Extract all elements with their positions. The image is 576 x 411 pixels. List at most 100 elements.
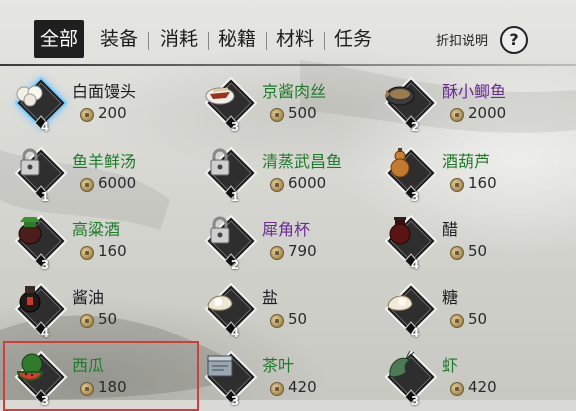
tab-separator <box>208 32 209 50</box>
item-name: 京酱肉丝 <box>262 82 327 101</box>
item-icon-frame: 2 <box>384 76 438 134</box>
coin-icon <box>450 382 464 396</box>
item-name: 酒葫芦 <box>442 152 491 171</box>
shop-item-card[interactable]: 3 虾 420 <box>376 344 564 410</box>
item-name: 鱼羊鲜汤 <box>72 152 137 171</box>
gourd-icon <box>390 148 410 178</box>
item-name: 茶叶 <box>262 356 295 375</box>
item-quantity: 4 <box>230 326 240 340</box>
item-icon-frame: 3 <box>204 350 258 408</box>
sugar-bag-icon <box>387 295 413 311</box>
item-icon-frame: 4 <box>14 282 68 340</box>
item-quantity: 2 <box>410 120 420 134</box>
tab-consumables[interactable]: 消耗 <box>154 22 204 56</box>
item-name: 糖 <box>442 288 459 307</box>
discount-explanation-link[interactable]: 折扣说明 <box>436 30 488 49</box>
tab-quests[interactable]: 任务 <box>328 22 378 56</box>
item-price: 160 <box>468 174 497 192</box>
tab-all[interactable]: 全部 <box>34 20 84 58</box>
coin-icon <box>270 108 284 122</box>
item-icon-frame: 4 <box>384 282 438 340</box>
shop-item-card[interactable]: 4 醋 50 <box>376 208 564 274</box>
item-icon-frame: 4 <box>384 214 438 272</box>
item-price: 200 <box>98 104 127 122</box>
item-price: 50 <box>468 310 488 328</box>
coin-icon <box>270 246 284 260</box>
shop-item-card[interactable]: 2 犀角杯 790 <box>196 208 384 274</box>
item-name: 醋 <box>442 220 459 239</box>
item-icon-frame: 1 <box>14 146 68 204</box>
item-price: 160 <box>98 242 127 260</box>
vinegar-jar-icon <box>389 217 411 245</box>
item-quantity: 3 <box>40 394 50 408</box>
item-quantity: 2 <box>230 258 240 272</box>
item-name: 酥小鲫鱼 <box>442 82 507 101</box>
shop-item-card[interactable]: 4 酱油 50 <box>6 276 194 342</box>
category-tab-bar: 全部 装备 消耗 秘籍 材料 任务 折扣说明 ? <box>0 0 576 72</box>
crucian-fish-icon <box>385 86 415 106</box>
tab-separator <box>324 32 325 50</box>
shop-item-card[interactable]: 4 白面馒头 200 <box>6 70 194 136</box>
coin-icon <box>450 314 464 328</box>
item-quantity: 4 <box>40 120 50 134</box>
item-quantity: 3 <box>40 258 50 272</box>
item-icon-frame: 3 <box>204 76 258 134</box>
coin-icon <box>450 108 464 122</box>
wine-jar-icon <box>18 217 42 245</box>
item-icon-frame: 3 <box>384 350 438 408</box>
coin-icon <box>450 178 464 192</box>
salt-bag-icon <box>207 295 233 311</box>
shop-item-card[interactable]: 2 酥小鲫鱼 2000 <box>376 70 564 136</box>
shop-item-card[interactable]: 1 鱼羊鲜汤 6000 <box>6 140 194 206</box>
lock-icon <box>20 148 40 176</box>
item-quantity: 1 <box>230 190 240 204</box>
item-name: 白面馒头 <box>72 82 137 101</box>
item-price: 6000 <box>288 174 327 192</box>
shredded-pork-icon <box>205 87 235 105</box>
shop-item-card[interactable]: 3 西瓜 180 <box>3 341 199 411</box>
shop-item-card[interactable]: 4 盐 50 <box>196 276 384 342</box>
shop-item-card[interactable]: 1 清蒸武昌鱼 6000 <box>196 140 384 206</box>
soy-sauce-jar-icon <box>19 286 41 313</box>
item-icon-frame: 1 <box>204 146 258 204</box>
tab-materials[interactable]: 材料 <box>270 22 320 56</box>
item-quantity: 4 <box>410 258 420 272</box>
item-price: 790 <box>288 242 317 260</box>
shrimp-icon <box>389 350 415 378</box>
tab-manuals[interactable]: 秘籍 <box>212 22 262 56</box>
item-quantity: 3 <box>410 394 420 408</box>
item-quantity: 3 <box>410 190 420 204</box>
coin-icon <box>80 178 94 192</box>
item-price: 50 <box>288 310 308 328</box>
tab-equipment[interactable]: 装备 <box>94 22 144 56</box>
tab-underline <box>0 64 576 66</box>
item-name: 酱油 <box>72 288 105 307</box>
help-icon[interactable]: ? <box>500 26 528 54</box>
coin-icon <box>80 382 94 396</box>
shop-item-card[interactable]: 4 糖 50 <box>376 276 564 342</box>
item-quantity: 3 <box>230 120 240 134</box>
coin-icon <box>450 246 464 260</box>
item-price: 500 <box>288 104 317 122</box>
item-quantity: 4 <box>40 326 50 340</box>
item-price: 2000 <box>468 104 507 122</box>
item-icon-frame: 4 <box>14 76 68 134</box>
coin-icon <box>80 108 94 122</box>
shop-item-card[interactable]: 3 京酱肉丝 500 <box>196 70 384 136</box>
item-icon-frame: 4 <box>204 282 258 340</box>
shop-item-card[interactable]: 3 高粱酒 160 <box>6 208 194 274</box>
coin-icon <box>270 314 284 328</box>
shop-item-card[interactable]: 3 茶叶 420 <box>196 344 384 410</box>
lock-icon <box>210 216 230 244</box>
item-icon-frame: 3 <box>14 214 68 272</box>
shop-item-card[interactable]: 3 酒葫芦 160 <box>376 140 564 206</box>
item-name: 西瓜 <box>72 356 105 375</box>
coin-icon <box>80 314 94 328</box>
item-icon-frame: 3 <box>384 146 438 204</box>
tea-box-icon <box>207 355 233 377</box>
item-icon-frame: 3 <box>14 350 68 408</box>
item-name: 虾 <box>442 356 459 375</box>
coin-icon <box>270 382 284 396</box>
item-price: 50 <box>468 242 488 260</box>
lock-icon <box>210 148 230 176</box>
